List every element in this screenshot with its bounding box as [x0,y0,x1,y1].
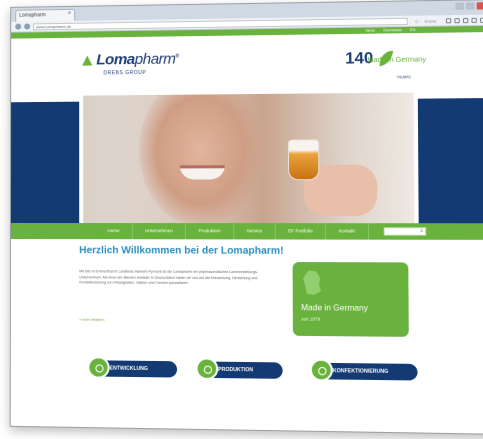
service-pills: ENTWICKLUNG PRODUKTION KONFEKTIONIERUNG [11,356,483,396]
home-icon[interactable] [462,17,469,23]
pill-konfektionierung-label: KONFEKTIONIERUNG [332,368,389,375]
bookmark-icon[interactable] [445,17,452,23]
close-tab-icon[interactable]: × [68,11,72,17]
main-navigation: Home Unternehmen Produktion Service EF P… [10,223,483,240]
pill-entwicklung[interactable]: ENTWICKLUNG [87,356,178,379]
read-more-link[interactable]: » mehr erfahren [79,318,104,322]
pill-produktion-label: PRODUKTION [218,366,254,374]
back-icon[interactable] [15,23,22,30]
nav-home[interactable]: Home [95,223,133,240]
made-box-title: Made in Germany [301,303,368,313]
made-in-germany-box[interactable]: Made in Germany seit 1879 [292,262,409,337]
hero-side-panel-right [417,98,483,227]
minimize-icon[interactable] [455,2,464,10]
lomapharm-logo[interactable]: Lomapharm® [81,50,179,68]
download-icon[interactable] [454,17,460,23]
made-box-since: seit 1879 [301,316,321,322]
germany-map-icon [303,270,322,295]
maximize-icon[interactable] [466,2,475,10]
search-icon[interactable]: ⌕ [420,228,424,235]
nav-unternehmen[interactable]: Unternehmen [132,223,187,240]
pill-entwicklung-label: ENTWICKLUNG [109,365,148,373]
pill-produktion[interactable]: PRODUKTION [195,357,283,381]
forward-icon[interactable] [24,23,31,30]
logo-text: Lomapharm® [96,50,179,69]
browser-tab[interactable]: Lomapharm × [15,8,76,22]
toolbar-icons [445,17,483,23]
nav-kontakt[interactable]: Kontakt [326,223,369,240]
pill-konfektionierung[interactable]: KONFEKTIONIERUNG [309,358,418,382]
site-search-input[interactable]: ⌕ [383,227,426,236]
logo-leaf-icon [81,54,92,65]
anniversary-years: YEARS [396,74,411,80]
close-window-icon[interactable] [476,2,483,10]
konfektionierung-icon [309,358,333,382]
site-header: Lomapharm® DREBS GROUP 140 YEARS Made in… [11,32,483,97]
window-controls [455,2,483,10]
entwicklung-icon [87,356,110,379]
share-icon[interactable] [471,17,477,23]
medicine-cup [287,139,320,181]
logo-subtitle: DREBS GROUP [103,69,147,77]
browser-window: Lomapharm × www.lomapharm.de C - Suche N… [9,0,483,435]
hero-side-panel-left [10,101,80,227]
made-in-germany-tag: Made in Germany [367,56,427,65]
produktion-icon [195,357,219,381]
main-content: Herzlich Willkommen bei der Lomapharm! M… [11,239,483,365]
search-field[interactable]: C - Suche [415,18,436,23]
nav-portfolio[interactable]: EF Portfolio [275,223,327,240]
hero-section [10,92,483,232]
nav-produktion[interactable]: Produktion [186,223,235,240]
tab-title: Lomapharm [19,12,46,19]
hero-image [83,92,415,232]
nav-service[interactable]: Service [234,223,276,240]
welcome-heading: Herzlich Willkommen bei der Lomapharm! [79,245,284,257]
monitor-stage: Lomapharm × www.lomapharm.de C - Suche N… [0,0,483,439]
intro-text: Mit Sitz in Emmerthal im Landkreis Hamel… [79,269,258,286]
